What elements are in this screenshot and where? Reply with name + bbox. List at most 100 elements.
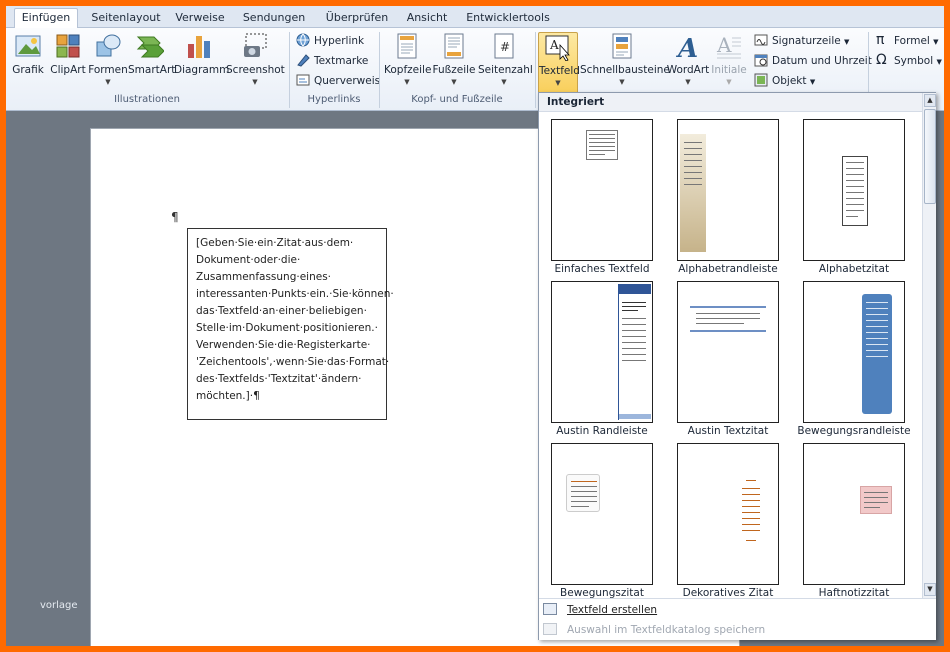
objekt-button[interactable]: Objekt ▼ — [754, 72, 815, 90]
svg-text:A: A — [716, 33, 732, 57]
chevron-down-icon: ▼ — [501, 78, 507, 86]
cross-reference-icon — [296, 73, 310, 87]
formel-button[interactable]: π Formel ▼ — [876, 32, 939, 50]
wordart-icon: A — [674, 32, 702, 64]
textfeld-gallery: Integriert ▲ ▼ Einfaches Textfeld Alphab… — [538, 92, 936, 640]
thumb-preview — [862, 294, 892, 414]
tab-ansicht[interactable]: Ansicht — [402, 9, 452, 28]
auswahl-speichern-button[interactable]: Auswahl im Textfeldkatalog speichern — [543, 620, 765, 640]
datum-uhrzeit-button[interactable]: Datum und Uhrzeit — [754, 52, 872, 70]
gallery-item-einfaches-textfeld[interactable] — [551, 119, 653, 261]
gallery-item-label: Alphabetrandleiste — [678, 263, 778, 275]
textbox-line: [Geben·Sie·ein·Zitat·aus·dem· — [196, 237, 354, 249]
gallery-item-austin-textzitat[interactable] — [677, 281, 779, 423]
textbox-icon: A — [544, 33, 572, 62]
footer-page-icon — [440, 32, 468, 60]
quick-parts-icon — [608, 32, 636, 60]
tab-verweise[interactable]: Verweise — [170, 9, 230, 28]
smartart-icon — [136, 32, 165, 60]
draw-textbox-icon — [543, 603, 557, 615]
thumb-preview — [680, 134, 706, 252]
textfeld-button[interactable]: A Textfeld ▼ — [538, 32, 580, 94]
smartart-button[interactable]: SmartArt — [128, 32, 175, 76]
clipart-button[interactable]: ClipArt — [48, 32, 88, 76]
svg-text:A: A — [675, 34, 698, 60]
signature-icon — [754, 33, 768, 47]
gallery-header: Integriert — [539, 93, 922, 112]
gallery-item-bewegungsrandleiste[interactable] — [803, 281, 905, 423]
gallery-item-bewegungszitat[interactable] — [551, 443, 653, 585]
grafik-button[interactable]: Grafik — [10, 32, 46, 76]
thumb-preview — [566, 474, 600, 512]
chevron-down-icon: ▼ — [404, 78, 410, 86]
bookmark-icon — [296, 53, 310, 67]
gallery-item-alphabetzitat[interactable] — [803, 119, 905, 261]
scroll-down-button[interactable]: ▼ — [924, 583, 936, 596]
gallery-item-label: Alphabetzitat — [818, 263, 890, 275]
tab-ueberpruefen[interactable]: Überprüfen — [320, 9, 394, 28]
drop-cap-icon: A — [715, 32, 743, 60]
tab-entwicklertools[interactable]: Entwicklertools — [462, 9, 554, 28]
chevron-down-icon: ▼ — [685, 78, 691, 86]
fusszeile-button[interactable]: Fußzeile ▼ — [432, 32, 476, 86]
wordart-button[interactable]: A WordArt ▼ — [666, 32, 710, 86]
gallery-item-label: Einfaches Textfeld — [554, 263, 650, 275]
gallery-item-austin-randleiste[interactable] — [551, 281, 653, 423]
chevron-down-icon: ▼ — [252, 78, 258, 86]
thumb-preview — [842, 156, 868, 226]
gallery-item-label: Bewegungsrandleiste — [797, 425, 911, 437]
scroll-up-button[interactable]: ▲ — [924, 94, 936, 107]
shapes-icon — [94, 32, 122, 60]
paragraph-mark: ¶ — [171, 210, 179, 224]
textbox-line: interessanten·Punkts·ein.·Sie·können· — [196, 288, 394, 300]
thumb-preview — [690, 306, 766, 334]
textbox-line: 'Zeichentools',·wenn·Sie·das·Format· — [196, 356, 390, 368]
gallery-footer: Textfeld erstellen Auswahl im Textfeldka… — [539, 598, 936, 640]
group-label-hyperlinks: Hyperlinks — [307, 94, 361, 105]
tab-sendungen[interactable]: Sendungen — [238, 9, 310, 28]
chevron-down-icon: ▼ — [844, 38, 850, 46]
save-selection-icon — [543, 623, 557, 635]
thumb-preview — [586, 130, 618, 160]
chevron-down-icon: ▼ — [726, 78, 732, 86]
textbox-line: möchten.]·¶ — [196, 390, 260, 402]
textbox-line: Verwenden·Sie·die·Registerkarte· — [196, 339, 371, 351]
querverweis-button[interactable]: Querverweis — [296, 72, 380, 90]
textfeld-erstellen-button[interactable]: Textfeld erstellen — [543, 600, 657, 620]
picture-icon — [14, 32, 42, 60]
chevron-down-icon: ▼ — [619, 78, 625, 86]
signaturzeile-button[interactable]: Signaturzeile ▼ — [754, 32, 849, 50]
gallery-item-label: Austin Randleiste — [556, 425, 648, 437]
tab-einfuegen[interactable]: Einfügen — [14, 8, 78, 29]
initiale-button[interactable]: A Initiale ▼ — [710, 32, 748, 86]
app-window: Einfügen Seitenlayout Verweise Sendungen… — [6, 6, 944, 646]
formen-button[interactable]: Formen ▼ — [88, 32, 128, 86]
thumb-preview — [742, 480, 760, 546]
chevron-down-icon: ▼ — [809, 78, 816, 86]
hyperlink-button[interactable]: Hyperlink — [296, 32, 364, 50]
tab-seitenlayout[interactable]: Seitenlayout — [86, 9, 166, 28]
gallery-item-alphabetrandleiste[interactable] — [677, 119, 779, 261]
symbol-button[interactable]: Ω Symbol ▼ — [876, 52, 942, 70]
screenshot-button[interactable]: Screenshot ▼ — [226, 32, 285, 86]
chevron-down-icon: ▼ — [451, 78, 457, 86]
quote-textbox[interactable]: [Geben·Sie·ein·Zitat·aus·dem· Dokument·o… — [187, 228, 394, 420]
textmarke-button[interactable]: Textmarke — [296, 52, 368, 70]
object-icon — [754, 73, 768, 87]
kopfzeile-button[interactable]: Kopfzeile ▼ — [384, 32, 431, 86]
bar-chart-icon — [185, 32, 213, 60]
schnellbausteine-button[interactable]: Schnellbausteine ▼ — [580, 32, 670, 86]
scroll-thumb[interactable] — [924, 109, 936, 204]
gallery-scrollbar[interactable]: ▲ ▼ — [922, 93, 936, 598]
globe-link-icon — [296, 33, 310, 47]
gallery-item-haftnotizzitat[interactable] — [803, 443, 905, 585]
gallery-item-label: Austin Textzitat — [687, 425, 769, 437]
gallery-item-dekoratives-zitat[interactable] — [677, 443, 779, 585]
chevron-down-icon: ▼ — [933, 38, 939, 46]
ribbon-tab-bar: Einfügen Seitenlayout Verweise Sendungen… — [6, 6, 944, 29]
chevron-down-icon: ▼ — [936, 58, 942, 66]
seitenzahl-button[interactable]: # Seitenzahl ▼ — [478, 32, 533, 86]
diagramm-button[interactable]: Diagramm — [174, 32, 229, 76]
textbox-line: Stelle·im·Dokument·positionieren.· — [196, 322, 378, 334]
thumb-preview — [860, 486, 892, 514]
